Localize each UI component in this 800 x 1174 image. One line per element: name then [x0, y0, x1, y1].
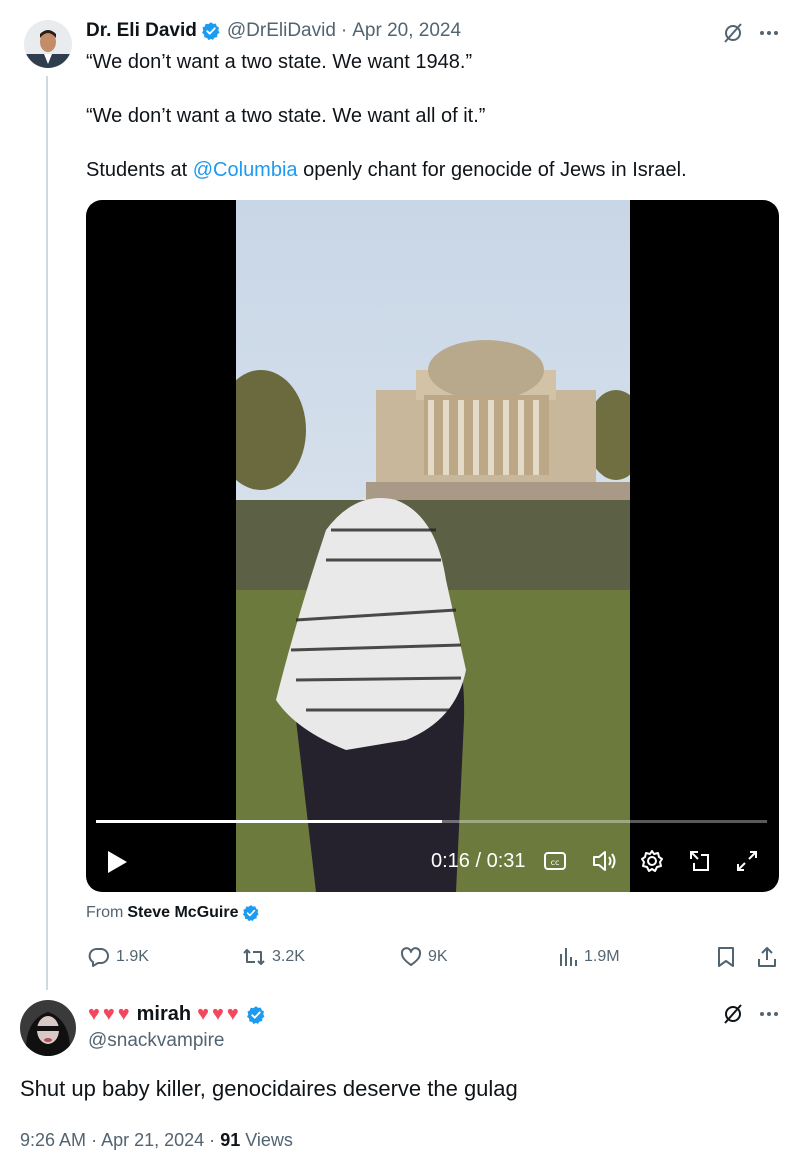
attribution-source[interactable]: Steve McGuire — [127, 904, 238, 922]
video-time: 0:16 / 0:31 — [431, 850, 526, 872]
tweet-date[interactable]: Apr 20, 2024 — [352, 20, 461, 42]
settings-icon[interactable] — [640, 849, 664, 873]
tweet-text-line-1: “We don’t want a two state. We want 1948… — [86, 51, 473, 73]
video-attribution: From Steve McGuire — [86, 904, 260, 922]
hearts-right: ♥♥♥ — [197, 1003, 242, 1025]
tweet-header: Dr. Eli David @DrEliDavid · Apr 20, 2024 — [86, 20, 461, 42]
like-count: 9K — [428, 948, 448, 965]
like-icon — [400, 947, 422, 966]
reply-author-handle[interactable]: @snackvampire — [88, 1030, 225, 1052]
bookmark-icon — [718, 947, 734, 967]
reply-name-text: mirah — [136, 1003, 192, 1025]
verified-badge-icon — [201, 21, 221, 41]
grok-icon[interactable] — [722, 22, 744, 44]
like-action[interactable]: 9K — [400, 946, 448, 968]
video-progress-fill — [96, 820, 443, 823]
author-handle[interactable]: @DrEliDavid — [227, 20, 336, 42]
tweet-text-line-3: Students at @Columbia openly chant for g… — [86, 158, 687, 182]
reply-views-label: Views — [245, 1130, 293, 1150]
repost-count: 3.2K — [272, 948, 305, 965]
reply-top-actions — [722, 1003, 780, 1025]
captions-icon[interactable]: cc — [543, 850, 567, 872]
tweet-text-line-2: “We don’t want a two state. We want all … — [86, 105, 486, 127]
hearts-left: ♥♥♥ — [88, 1003, 133, 1025]
tweet-text-prefix: Students at — [86, 159, 193, 181]
views-count: 1.9M — [584, 948, 620, 965]
volume-icon[interactable] — [591, 849, 619, 873]
share-icon — [758, 947, 776, 967]
reply-count: 1.9K — [116, 948, 149, 965]
reply-icon — [88, 948, 109, 967]
separator-dot: · — [209, 1130, 216, 1150]
more-icon[interactable] — [758, 1003, 780, 1025]
reply-views-count: 91 — [220, 1130, 241, 1150]
video-frame — [236, 200, 630, 892]
play-icon[interactable] — [106, 850, 128, 874]
grok-icon[interactable] — [722, 1003, 744, 1025]
separator-dot: · — [91, 1130, 98, 1150]
tweet-text-suffix: openly chant for genocide of Jews in Isr… — [297, 159, 687, 181]
thread-connector-line — [46, 76, 48, 990]
svg-text:cc: cc — [551, 858, 560, 867]
author-name[interactable]: Dr. Eli David — [86, 20, 197, 42]
reply-date[interactable]: Apr 21, 2024 — [101, 1130, 204, 1150]
repost-icon — [243, 949, 265, 965]
reply-author-name[interactable]: ♥♥♥ mirah ♥♥♥ — [88, 1003, 266, 1026]
reply-action[interactable]: 1.9K — [88, 946, 149, 968]
reply-meta: 9:26 AM · Apr 21, 2024 · 91 Views — [20, 1130, 293, 1151]
repost-action[interactable]: 3.2K — [242, 946, 305, 968]
tweet-top-actions — [722, 22, 780, 44]
video-progress-bar[interactable] — [96, 820, 767, 823]
reply-time[interactable]: 9:26 AM — [20, 1130, 86, 1150]
more-icon[interactable] — [758, 22, 780, 44]
reply-author-avatar[interactable] — [20, 1000, 76, 1056]
attribution-prefix: From — [86, 904, 124, 921]
author-avatar[interactable] — [24, 20, 72, 68]
verified-badge-icon — [242, 904, 260, 922]
bookmark-action[interactable] — [716, 946, 736, 968]
separator-dot: · — [340, 20, 348, 41]
video-player[interactable]: 0:16 / 0:31 cc — [86, 200, 779, 892]
fullscreen-icon[interactable] — [736, 850, 758, 872]
views-action[interactable]: 1.9M — [558, 946, 620, 968]
views-icon — [560, 948, 577, 966]
verified-badge-icon — [246, 1005, 266, 1025]
share-action[interactable] — [756, 946, 778, 968]
reply-text: Shut up baby killer, genocidaires deserv… — [20, 1076, 518, 1101]
mention-link[interactable]: @Columbia — [193, 159, 298, 181]
picture-in-picture-icon[interactable] — [688, 849, 712, 873]
